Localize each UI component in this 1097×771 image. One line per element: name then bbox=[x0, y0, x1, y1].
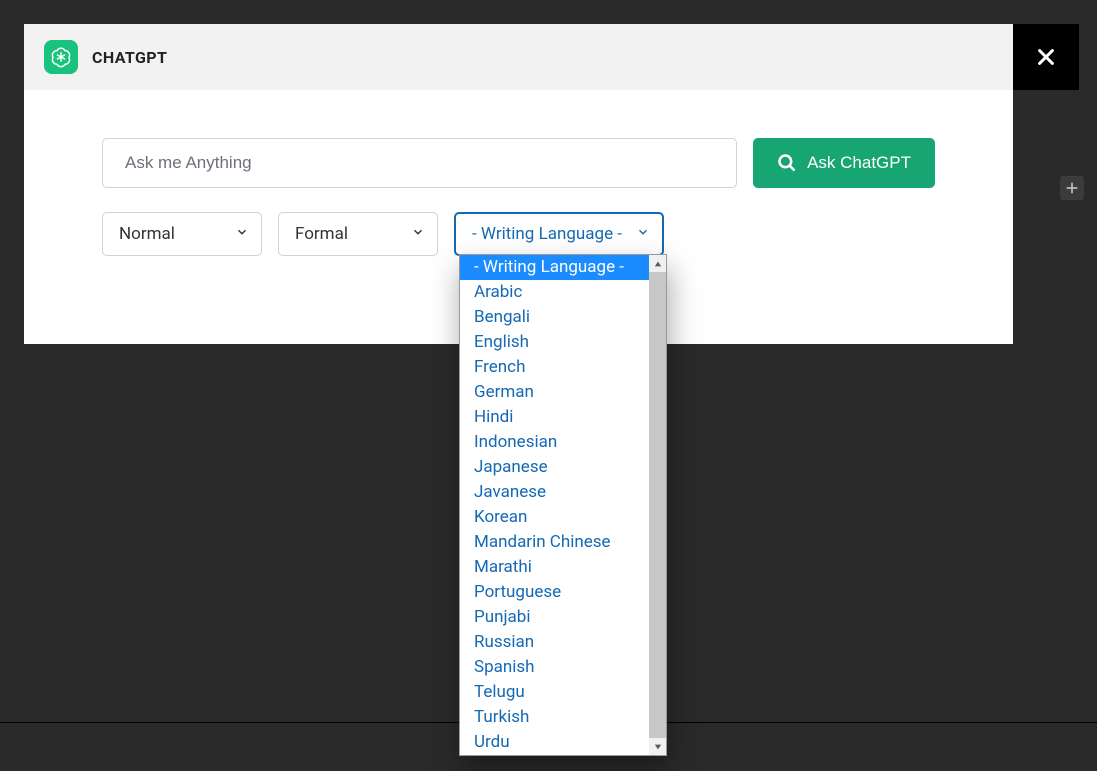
language-option[interactable]: Javanese bbox=[460, 480, 649, 505]
close-icon bbox=[1035, 46, 1057, 68]
ask-chatgpt-button[interactable]: Ask ChatGPT bbox=[753, 138, 935, 188]
scroll-up-arrow-icon[interactable] bbox=[649, 255, 666, 272]
style-select-value: Formal bbox=[295, 224, 348, 244]
search-icon bbox=[777, 153, 797, 173]
chatgpt-logo-icon bbox=[44, 40, 78, 74]
scroll-down-arrow-icon[interactable] bbox=[649, 738, 666, 755]
tone-select-value: Normal bbox=[119, 224, 175, 244]
writing-language-select[interactable]: - Writing Language - bbox=[454, 212, 664, 256]
language-option[interactable]: Mandarin Chinese bbox=[460, 530, 649, 555]
style-select[interactable]: Formal bbox=[278, 212, 438, 256]
language-option[interactable]: English bbox=[460, 330, 649, 355]
language-option[interactable]: Spanish bbox=[460, 655, 649, 680]
language-option[interactable]: Urdu bbox=[460, 730, 649, 755]
language-option[interactable]: Marathi bbox=[460, 555, 649, 580]
language-option[interactable]: Indonesian bbox=[460, 430, 649, 455]
tone-select[interactable]: Normal bbox=[102, 212, 262, 256]
language-option[interactable]: French bbox=[460, 355, 649, 380]
language-option[interactable]: Japanese bbox=[460, 455, 649, 480]
chevron-down-icon bbox=[636, 224, 650, 244]
search-row: Ask ChatGPT bbox=[102, 138, 935, 188]
add-button[interactable] bbox=[1060, 176, 1084, 200]
language-option[interactable]: German bbox=[460, 380, 649, 405]
language-option[interactable]: Korean bbox=[460, 505, 649, 530]
language-select-value: - Writing Language - bbox=[472, 224, 622, 244]
language-option[interactable]: Arabic bbox=[460, 280, 649, 305]
language-option[interactable]: Hindi bbox=[460, 405, 649, 430]
language-dropdown-panel: - Writing Language -ArabicBengaliEnglish… bbox=[459, 254, 667, 756]
dropdown-scrollbar[interactable] bbox=[649, 255, 666, 755]
ask-button-label: Ask ChatGPT bbox=[807, 153, 911, 173]
chevron-down-icon bbox=[411, 224, 425, 244]
chevron-down-icon bbox=[235, 224, 249, 244]
language-dropdown-list[interactable]: - Writing Language -ArabicBengaliEnglish… bbox=[460, 255, 649, 755]
plus-icon bbox=[1065, 181, 1079, 195]
close-button[interactable] bbox=[1013, 24, 1079, 90]
app-title: CHATGPT bbox=[92, 48, 167, 67]
modal-header: CHATGPT bbox=[24, 24, 1013, 90]
language-option[interactable]: Portuguese bbox=[460, 580, 649, 605]
language-option[interactable]: Turkish bbox=[460, 705, 649, 730]
language-option[interactable]: Bengali bbox=[460, 305, 649, 330]
modal-body: Ask ChatGPT Normal Formal - Writing Lang… bbox=[24, 90, 1013, 256]
selects-row: Normal Formal - Writing Language - bbox=[102, 212, 935, 256]
prompt-input[interactable] bbox=[102, 138, 737, 188]
scrollbar-thumb[interactable] bbox=[649, 272, 666, 738]
language-option[interactable]: Russian bbox=[460, 630, 649, 655]
language-option[interactable]: Telugu bbox=[460, 680, 649, 705]
language-option[interactable]: - Writing Language - bbox=[460, 255, 649, 280]
language-option[interactable]: Punjabi bbox=[460, 605, 649, 630]
